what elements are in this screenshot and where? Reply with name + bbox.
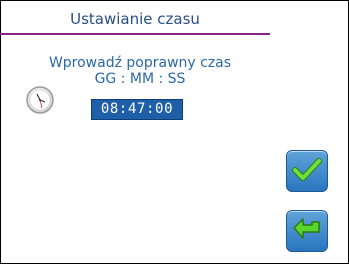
clock-icon <box>25 85 55 115</box>
page-title: Ustawianie czasu <box>70 10 200 28</box>
time-prompt: Wprowadź poprawny czas <box>48 55 232 71</box>
confirm-button[interactable] <box>286 150 328 192</box>
time-input[interactable]: 08:47:00 <box>91 99 183 120</box>
checkmark-icon <box>292 156 322 186</box>
time-format-hint: GG : MM : SS <box>94 71 186 87</box>
back-arrow-icon <box>292 216 322 246</box>
back-button[interactable] <box>286 210 328 252</box>
title-divider <box>0 33 270 35</box>
